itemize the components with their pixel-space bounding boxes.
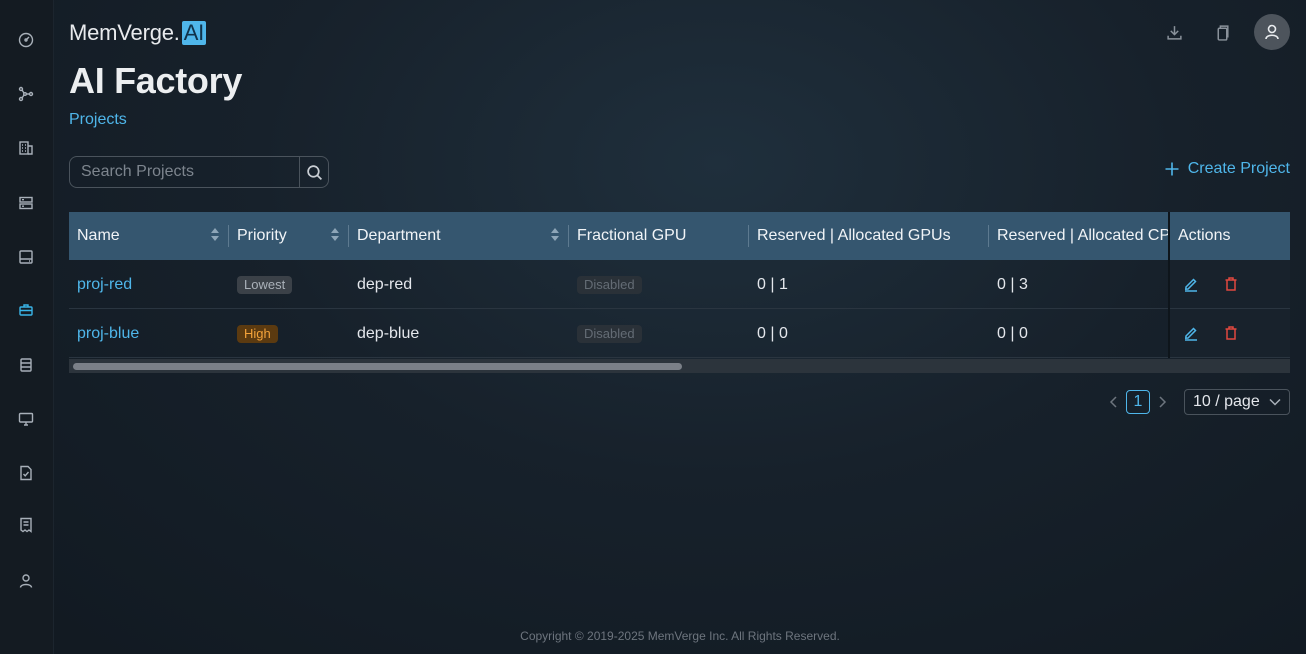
brand-logo: MemVerge. AI (69, 20, 207, 46)
sort-icon[interactable] (551, 228, 559, 244)
search-box (69, 156, 329, 188)
delete-icon[interactable] (1222, 275, 1240, 293)
table-row: proj-blue High dep-blue Disabled 0 | 0 0… (69, 309, 1290, 358)
actions-column: Actions (1168, 212, 1290, 358)
pagination: 1 10 / page (1106, 389, 1290, 415)
checklist-icon[interactable] (17, 464, 35, 482)
next-page-icon[interactable] (1154, 390, 1170, 414)
breadcrumb-projects[interactable]: Projects (69, 111, 127, 129)
search-icon (306, 164, 322, 180)
column-label: Reserved | Allocated GPUs (757, 227, 951, 244)
column-label: Name (77, 227, 120, 244)
page-title: AI Factory (69, 60, 243, 101)
row-actions (1170, 260, 1290, 309)
cell-department: dep-red (357, 275, 413, 293)
column-header-actions: Actions (1170, 212, 1290, 260)
prev-page-icon[interactable] (1106, 390, 1122, 414)
avatar-icon[interactable] (1254, 14, 1290, 50)
cell-priority: High (229, 309, 349, 358)
create-project-label: Create Project (1187, 160, 1290, 177)
dashboard-gauge-icon[interactable] (17, 31, 35, 49)
user-icon[interactable] (17, 572, 35, 590)
status-badge: Disabled (577, 275, 642, 294)
server-icon[interactable] (17, 194, 35, 212)
cell-gpus: 0 | 1 (757, 275, 788, 293)
brand-name: MemVerge. (69, 20, 180, 45)
table-header: Name Priority Department Fractional GPU … (69, 212, 1290, 260)
delete-icon[interactable] (1222, 324, 1240, 342)
column-header-name[interactable]: Name (69, 212, 229, 260)
sort-icon[interactable] (211, 228, 219, 244)
footer-copyright: Copyright © 2019-2025 MemVerge Inc. All … (520, 629, 840, 643)
copy-icon[interactable] (1206, 16, 1238, 48)
cell-gpus: 0 | 0 (757, 324, 788, 342)
scrollbar-thumb[interactable] (73, 363, 682, 370)
horizontal-scrollbar[interactable] (69, 359, 1290, 373)
building-icon[interactable] (17, 139, 35, 157)
table-row: proj-red Lowest dep-red Disabled 0 | 1 0… (69, 260, 1290, 309)
cell-cpus: 0 | 3 (997, 275, 1028, 293)
search-input[interactable] (70, 157, 299, 187)
storage-icon[interactable] (17, 248, 35, 266)
cell-fractional-gpu: Disabled (569, 260, 749, 309)
download-icon[interactable] (1158, 16, 1190, 48)
cell-department: dep-blue (357, 324, 420, 342)
plus-icon (1165, 162, 1179, 176)
cell-name: proj-blue (69, 309, 229, 358)
column-label: Department (357, 227, 441, 244)
search-button[interactable] (299, 157, 328, 187)
header-actions (1142, 14, 1290, 50)
priority-badge: Lowest (237, 275, 293, 294)
column-label: Fractional GPU (577, 227, 687, 244)
projects-briefcase-icon[interactable] (17, 301, 35, 319)
cluster-nodes-icon[interactable] (17, 85, 35, 103)
projects-table: Name Priority Department Fractional GPU … (69, 212, 1290, 374)
column-header-priority[interactable]: Priority (229, 212, 349, 260)
database-icon[interactable] (17, 356, 35, 374)
column-header-gpus: Reserved | Allocated GPUs (749, 212, 989, 260)
column-label: Reserved | Allocated CPUs (997, 227, 1190, 244)
edit-icon[interactable] (1182, 324, 1200, 342)
column-label: Priority (237, 227, 287, 244)
cell-priority: Lowest (229, 260, 349, 309)
edit-icon[interactable] (1182, 275, 1200, 293)
brand-ai-badge: AI (181, 20, 207, 45)
sort-icon[interactable] (331, 228, 339, 244)
chevron-down-icon (1269, 398, 1281, 406)
brand-ai-text: AI (183, 20, 205, 45)
row-actions (1170, 309, 1290, 358)
column-header-fractional-gpu: Fractional GPU (569, 212, 749, 260)
cell-fractional-gpu: Disabled (569, 309, 749, 358)
page-size-label: 10 / page (1193, 393, 1260, 410)
column-header-department[interactable]: Department (349, 212, 569, 260)
create-project-button[interactable]: Create Project (1164, 160, 1290, 178)
page-size-select[interactable]: 10 / page (1184, 389, 1290, 415)
page-number[interactable]: 1 (1126, 390, 1150, 414)
status-badge: Disabled (577, 324, 642, 343)
priority-badge: High (237, 324, 278, 343)
desktop-icon[interactable] (17, 410, 35, 428)
cell-name: proj-red (69, 260, 229, 309)
project-link[interactable]: proj-red (77, 276, 132, 294)
receipt-icon[interactable] (17, 516, 35, 534)
sidebar (0, 0, 54, 654)
project-link[interactable]: proj-blue (77, 325, 139, 343)
cell-cpus: 0 | 0 (997, 324, 1028, 342)
